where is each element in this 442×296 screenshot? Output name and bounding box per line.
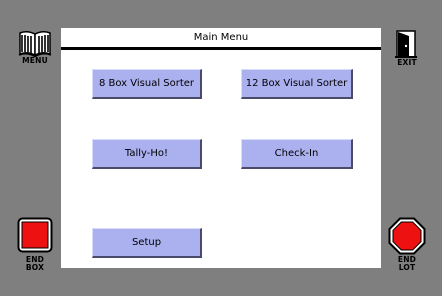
setup-button[interactable]: Setup <box>92 228 202 258</box>
book-icon <box>18 30 52 57</box>
eight-box-visual-sorter-button[interactable]: 8 Box Visual Sorter <box>92 69 202 99</box>
door-exit-icon <box>395 30 417 58</box>
twelve-box-visual-sorter-button[interactable]: 12 Box Visual Sorter <box>241 69 353 99</box>
check-in-button[interactable]: Check-In <box>241 139 353 169</box>
red-square-stop-icon <box>17 217 53 253</box>
menu-button[interactable]: MENU <box>15 29 55 65</box>
exit-button[interactable]: EXIT <box>387 29 427 67</box>
red-octagon-stop-icon <box>388 217 426 255</box>
main-menu-panel: Main Menu 8 Box Visual Sorter 12 Box Vis… <box>61 28 381 268</box>
tally-ho-button[interactable]: Tally-Ho! <box>92 139 202 169</box>
end-box-label-line2: BOX <box>25 263 45 272</box>
end-lot-label-line2: LOT <box>398 263 416 272</box>
page-title: Main Menu <box>193 32 249 43</box>
end-box-button[interactable]: END BOX <box>14 217 56 272</box>
panel-header: Main Menu <box>61 28 381 50</box>
exit-label: EXIT <box>397 58 417 67</box>
menu-label: MENU <box>22 56 48 65</box>
end-lot-button[interactable]: END LOT <box>385 217 429 272</box>
